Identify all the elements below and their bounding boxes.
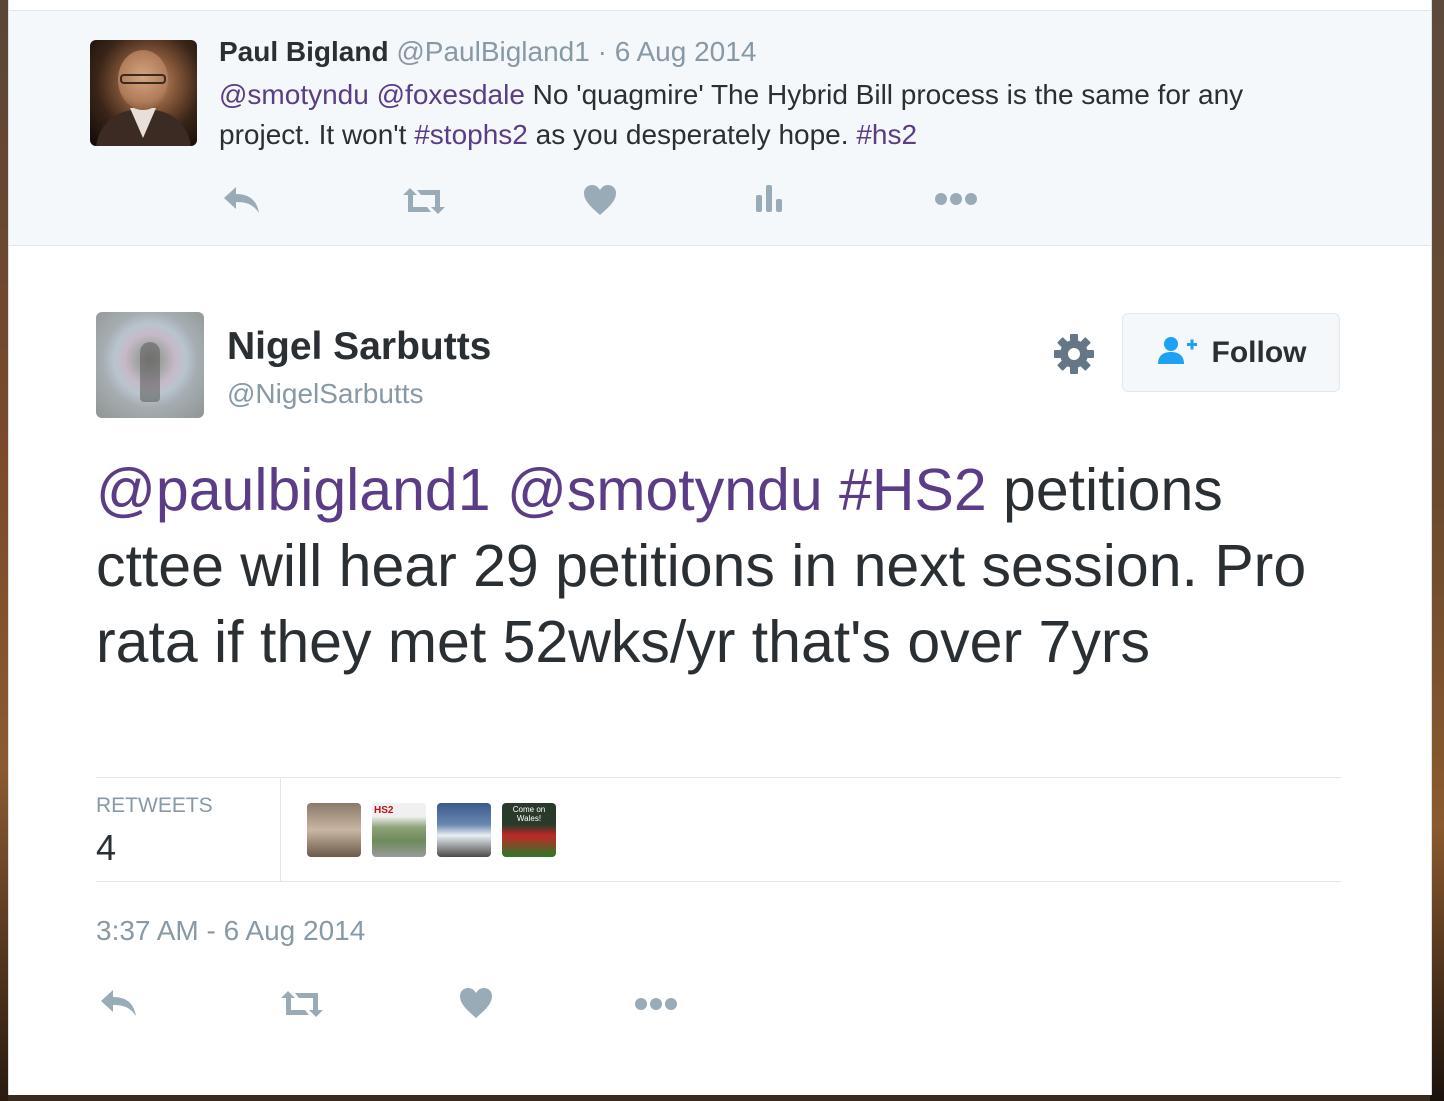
analytics-icon[interactable] — [755, 183, 783, 213]
tweet-timestamp[interactable]: 3:37 AM - 6 Aug 2014 — [96, 915, 365, 947]
separator-dot: · — [597, 36, 607, 67]
previous-tweet-date[interactable]: 6 Aug 2014 — [615, 36, 757, 67]
text-span — [823, 457, 839, 523]
follow-label: Follow — [1211, 335, 1307, 369]
hashtag-link[interactable]: #stophs2 — [414, 119, 528, 150]
stats-divider-top — [96, 777, 1341, 778]
more-icon[interactable] — [634, 997, 678, 1011]
background-left — [0, 0, 8, 1101]
previous-tweet-header: Paul Bigland @PaulBigland1 · 6 Aug 2014 — [219, 36, 756, 68]
hashtag-link[interactable]: #HS2 — [839, 457, 987, 523]
stats-divider-bottom — [96, 881, 1341, 882]
retweeter-avatar[interactable]: Come on Wales! — [502, 803, 556, 857]
text-span — [369, 79, 377, 110]
retweets-count: 4 — [96, 827, 117, 868]
retweeter-avatar[interactable] — [307, 803, 361, 857]
avatar-glasses — [120, 74, 166, 84]
retweeter-avatar[interactable]: HS2 — [372, 803, 426, 857]
avatar-silhouette — [140, 342, 160, 402]
previous-author-handle[interactable]: @PaulBigland1 — [396, 36, 589, 67]
previous-author-name[interactable]: Paul Bigland — [219, 36, 389, 67]
author-name[interactable]: Nigel Sarbutts — [227, 325, 491, 369]
like-icon[interactable] — [583, 184, 617, 216]
mention-link[interactable]: @paulbigland1 — [96, 457, 491, 523]
mention-link[interactable]: @smotyndu — [507, 457, 823, 523]
gear-icon[interactable] — [1053, 333, 1095, 380]
retweets-stat[interactable]: RETWEETS 4 — [96, 777, 281, 882]
tweet-permalink-card: Paul Bigland @PaulBigland1 · 6 Aug 2014 … — [8, 0, 1432, 1095]
reply-icon[interactable] — [222, 185, 262, 215]
retweet-icon[interactable] — [279, 990, 325, 1018]
follow-button[interactable]: Follow — [1122, 313, 1340, 392]
retweeter-avatar[interactable] — [437, 803, 491, 857]
more-icon[interactable] — [934, 192, 978, 206]
like-icon[interactable] — [459, 987, 493, 1019]
retweeter-caption: Come on Wales! — [512, 805, 546, 823]
mention-link[interactable]: @smotyndu — [219, 79, 369, 110]
author-handle[interactable]: @NigelSarbutts — [227, 378, 424, 410]
retweet-icon[interactable] — [401, 187, 447, 215]
text-span: as you desperately hope. — [527, 119, 857, 150]
retweets-label: RETWEETS — [96, 794, 213, 817]
background-right — [1430, 0, 1444, 1101]
hashtag-link[interactable]: #hs2 — [856, 119, 917, 150]
avatar-paul-bigland[interactable] — [90, 40, 197, 146]
avatar-nigel-sarbutts[interactable] — [96, 312, 204, 418]
mention-link[interactable]: @foxesdale — [377, 79, 525, 110]
retweeter-logo: HS2 — [374, 805, 394, 816]
add-user-icon — [1156, 335, 1200, 370]
tweet-text: @paulbigland1 @smotyndu #HS2 petitions c… — [96, 452, 1346, 680]
previous-tweet[interactable]: Paul Bigland @PaulBigland1 · 6 Aug 2014 … — [9, 10, 1431, 246]
retweeter-avatars: HS2 Come on Wales! — [307, 803, 556, 857]
previous-tweet-text: @smotyndu @foxesdale No 'quagmire' The H… — [219, 75, 1339, 155]
reply-icon[interactable] — [99, 988, 139, 1018]
text-span — [491, 457, 507, 523]
